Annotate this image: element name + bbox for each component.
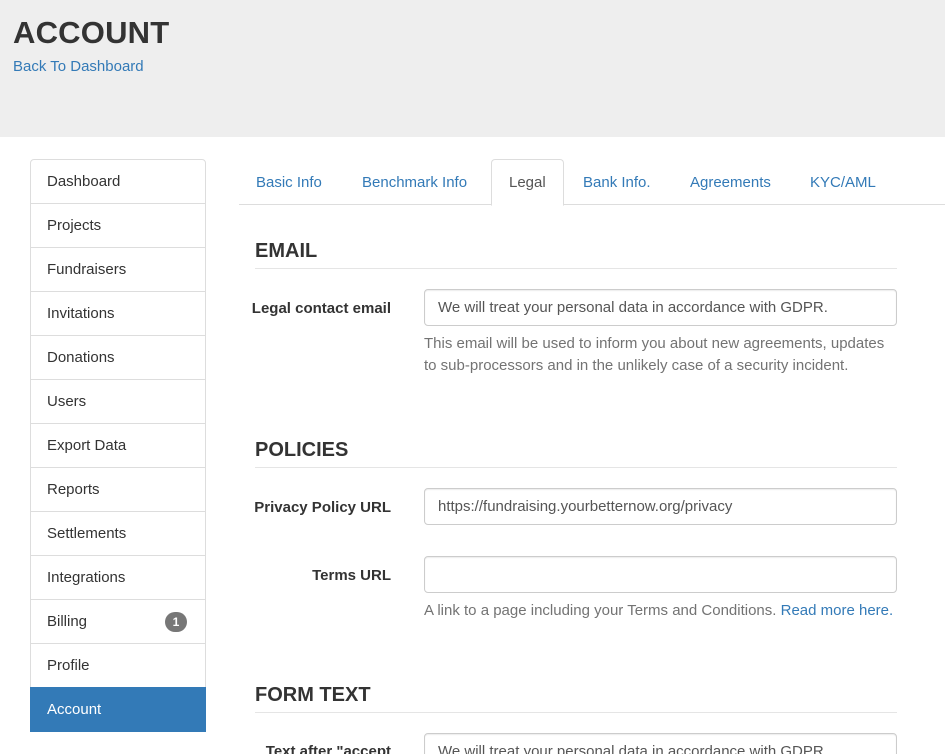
terms-url-help-text: A link to a page including your Terms an… [424, 602, 777, 619]
sidebar-item-label: Fundraisers [47, 261, 127, 278]
sidebar-item-settlements[interactable]: Settlements [30, 511, 206, 556]
page-header: ACCOUNT Back To Dashboard [0, 0, 945, 137]
terms-url-label: Terms URL [312, 567, 391, 584]
account-tabs: Basic Info Benchmark Info Legal Bank Inf… [239, 159, 945, 206]
sidebar-item-projects[interactable]: Projects [30, 203, 206, 248]
terms-url-help: A link to a page including your Terms an… [424, 600, 894, 622]
sidebar-item-account[interactable]: Account [30, 687, 206, 732]
tab-benchmark-info[interactable]: Benchmark Info [345, 159, 484, 205]
billing-count-badge: 1 [165, 612, 187, 632]
sidebar-item-label: Dashboard [47, 173, 121, 190]
sidebar-item-label: Export Data [47, 437, 127, 454]
sidebar-item-fundraisers[interactable]: Fundraisers [30, 247, 206, 292]
tab-basic-info[interactable]: Basic Info [239, 159, 339, 205]
privacy-policy-url-label: Privacy Policy URL [254, 499, 391, 516]
tab-kyc-aml[interactable]: KYC/AML [793, 159, 893, 205]
sidebar-item-profile[interactable]: Profile [30, 643, 206, 688]
read-more-link[interactable]: Read more here. [781, 602, 894, 619]
sidebar-item-users[interactable]: Users [30, 379, 206, 424]
sidebar-item-label: Reports [47, 481, 100, 498]
tab-legal[interactable]: Legal [491, 159, 564, 206]
sidebar-item-label: Account [47, 701, 102, 718]
sidebar-item-invitations[interactable]: Invitations [30, 291, 206, 336]
section-title-form-text: FORM TEXT [255, 684, 897, 713]
sidebar-item-label: Billing [47, 613, 88, 630]
sidebar-item-label: Invitations [47, 305, 115, 322]
section-title-policies: POLICIES [255, 439, 897, 468]
sidebar-item-label: Users [47, 393, 87, 410]
privacy-policy-url-input[interactable] [424, 488, 897, 525]
back-to-dashboard-link[interactable]: Back To Dashboard [13, 58, 144, 75]
sidebar-item-label: Settlements [47, 525, 127, 542]
legal-contact-email-input[interactable] [424, 289, 897, 326]
sidebar-nav: Dashboard Projects Fundraisers Invitatio… [30, 159, 206, 732]
sidebar-item-export-data[interactable]: Export Data [30, 423, 206, 468]
tab-bank-info[interactable]: Bank Info. [566, 159, 668, 205]
tab-agreements[interactable]: Agreements [673, 159, 788, 205]
sidebar-item-dashboard[interactable]: Dashboard [30, 159, 206, 204]
accept-text-label: Text after "accept [265, 743, 391, 754]
sidebar-item-integrations[interactable]: Integrations [30, 555, 206, 600]
page-title: ACCOUNT [13, 15, 170, 50]
legal-contact-email-help: This email will be used to inform you ab… [424, 335, 885, 374]
sidebar-item-label: Profile [47, 657, 90, 674]
accept-text-input[interactable] [424, 733, 897, 754]
section-title-email: EMAIL [255, 240, 897, 269]
sidebar-item-label: Donations [47, 349, 115, 366]
sidebar-item-billing[interactable]: Billing 1 [30, 599, 206, 644]
legal-contact-email-label: Legal contact email [251, 300, 391, 317]
sidebar-item-label: Integrations [47, 569, 126, 586]
sidebar-item-donations[interactable]: Donations [30, 335, 206, 380]
sidebar-item-reports[interactable]: Reports [30, 467, 206, 512]
terms-url-input[interactable] [424, 556, 897, 593]
sidebar-item-label: Projects [47, 217, 102, 234]
